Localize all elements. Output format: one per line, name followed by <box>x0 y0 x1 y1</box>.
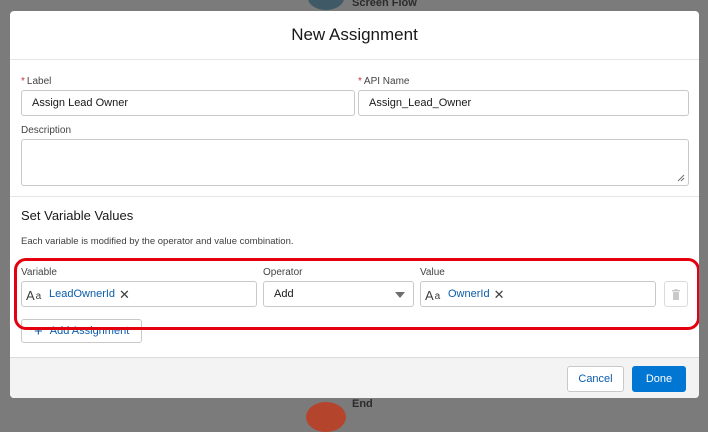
variable-column-label: Variable <box>21 267 57 278</box>
flow-node-screen-flow <box>308 0 344 10</box>
variable-input[interactable]: Aa LeadOwnerId ✕ <box>21 281 257 307</box>
new-assignment-modal: New Assignment * Label Assign Lead Owner … <box>10 11 699 398</box>
section-description: Each variable is modified by the operato… <box>21 236 294 247</box>
required-mark: * <box>21 76 25 87</box>
delete-row-button[interactable] <box>664 281 688 307</box>
description-textarea[interactable] <box>21 139 689 186</box>
variable-pill-label: LeadOwnerId <box>49 288 116 300</box>
label-input-value: Assign Lead Owner <box>32 97 128 109</box>
resize-grip-icon[interactable] <box>677 174 685 182</box>
plus-icon: + <box>34 322 43 340</box>
operator-value: Add <box>274 288 294 300</box>
flow-node-label-top: Screen Flow <box>352 0 417 9</box>
add-assignment-button[interactable]: + Add Assignment <box>21 319 143 343</box>
text-type-icon-main: A <box>26 288 35 303</box>
modal-title: New Assignment <box>291 25 418 44</box>
flow-node-end <box>306 402 346 432</box>
operator-select[interactable]: Add <box>263 281 414 307</box>
modal-footer: Cancel Done <box>10 357 699 398</box>
value-pill-label: OwnerId <box>448 288 490 300</box>
label-input[interactable]: Assign Lead Owner <box>21 90 355 116</box>
cancel-button[interactable]: Cancel <box>567 366 624 392</box>
api-name-field-label-text: API Name <box>363 76 410 87</box>
text-type-icon: Aa <box>26 286 46 302</box>
value-input[interactable]: Aa OwnerId ✕ <box>420 281 656 307</box>
modal-header: New Assignment <box>10 11 699 60</box>
label-field-label: * Label <box>21 76 51 87</box>
text-type-icon: Aa <box>425 286 445 302</box>
operator-column-label: Operator <box>263 267 303 278</box>
done-button[interactable]: Done <box>632 366 686 392</box>
section-divider <box>10 196 699 197</box>
required-mark: * <box>358 76 362 87</box>
value-column-label: Value <box>420 267 445 278</box>
label-field-label-text: Label <box>26 76 52 87</box>
description-field-label: Description <box>21 125 72 136</box>
add-assignment-label: Add Assignment <box>49 325 130 337</box>
flow-node-label-bottom: End <box>352 398 373 410</box>
text-type-icon-sub: a <box>35 291 42 302</box>
close-icon[interactable]: ✕ <box>119 288 130 301</box>
section-title: Set Variable Values <box>21 208 134 223</box>
text-type-icon-main: A <box>425 288 434 303</box>
trash-icon <box>672 288 680 300</box>
api-name-input[interactable]: Assign_Lead_Owner <box>358 90 689 116</box>
modal-body: * Label Assign Lead Owner * API Name Assig… <box>10 60 699 357</box>
api-name-input-value: Assign_Lead_Owner <box>369 97 472 109</box>
chevron-down-icon <box>395 292 405 298</box>
api-name-field-label: * API Name <box>358 76 409 87</box>
text-type-icon-sub: a <box>434 291 441 302</box>
close-icon[interactable]: ✕ <box>494 288 505 301</box>
